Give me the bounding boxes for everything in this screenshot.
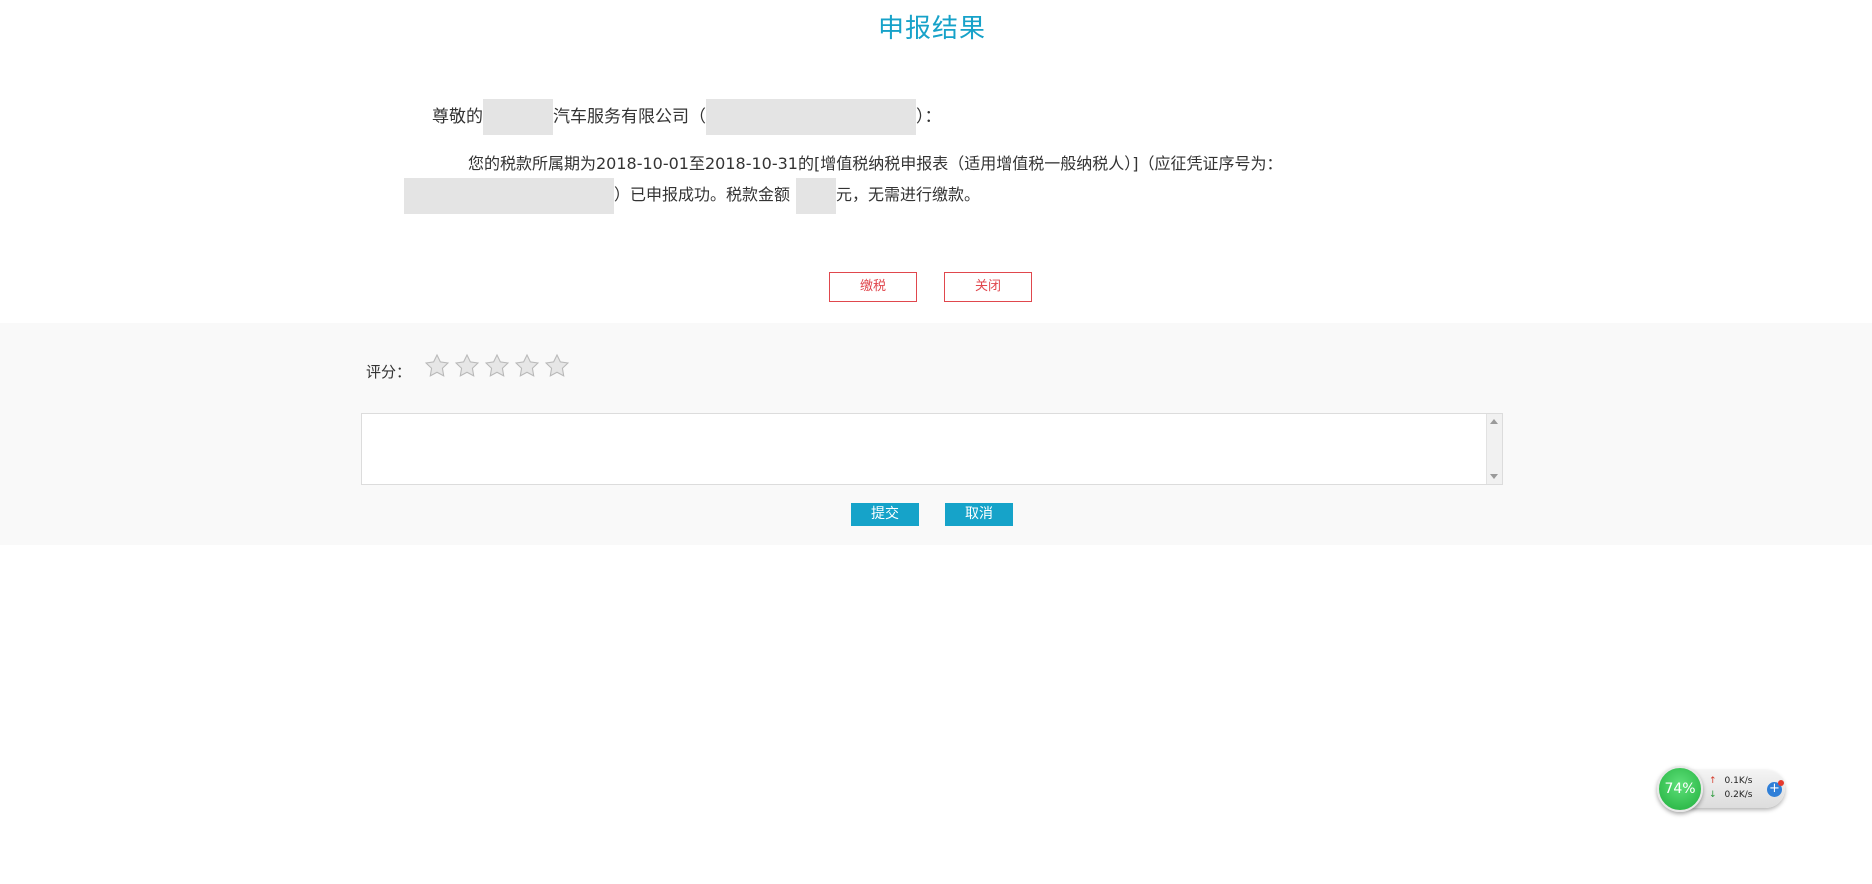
feedback-scrollbar[interactable] [1486,414,1502,484]
redacted-company-name [483,99,553,135]
rating-label: 评分： [366,363,412,381]
star-icon[interactable] [454,353,480,379]
feedback-box [361,413,1503,485]
upload-speed: ↑ 0.1K/s [1709,776,1752,786]
arrow-down-icon: ↓ [1709,790,1717,800]
greeting-prefix: 尊敬的 [432,107,483,127]
upload-speed-value: 0.1K/s [1724,776,1753,786]
scroll-down-arrow-icon[interactable] [1490,474,1498,479]
download-speed: ↓ 0.2K/s [1709,790,1752,800]
redacted-voucher-number [404,177,614,214]
network-monitor-widget[interactable]: 74% ↑ 0.1K/s ↓ 0.2K/s + [1657,766,1787,814]
pay-tax-button[interactable]: 缴税 [829,272,917,302]
submit-button[interactable]: 提交 [851,503,919,526]
greeting-line: 尊敬的 汽车服务有限公司（ ）： [432,99,942,135]
result-message-line1: 您的税款所属期为2018-10-01至2018-10-31的[增值税纳税申报表（… [468,154,1283,173]
redacted-tax-id [706,99,916,135]
star-icon[interactable] [484,353,510,379]
feedback-textarea[interactable] [362,414,1486,484]
notification-dot [1778,780,1784,786]
result-message-line2: ）已申报成功。税款金额 元，无需进行缴款。 [404,177,980,214]
star-rating [424,353,570,379]
greeting-company-suffix: 汽车服务有限公司（ [553,107,706,127]
star-icon[interactable] [544,353,570,379]
rating-section: 评分： 提交 取消 [0,323,1872,545]
page-title: 申报结果 [877,14,986,44]
star-icon[interactable] [514,353,540,379]
result-message-part2: 元，无需进行缴款。 [836,185,981,204]
greeting-closing: ）： [916,107,942,127]
redacted-tax-amount [796,177,837,214]
star-icon[interactable] [424,353,450,379]
arrow-up-icon: ↑ [1709,776,1717,786]
download-speed-value: 0.2K/s [1724,790,1753,800]
memory-usage-gauge[interactable]: 74% [1657,766,1703,812]
cancel-button[interactable]: 取消 [945,503,1013,526]
close-button[interactable]: 关闭 [944,272,1032,302]
result-message-part1: ）已申报成功。税款金额 [614,185,791,204]
scroll-up-arrow-icon[interactable] [1490,419,1498,424]
